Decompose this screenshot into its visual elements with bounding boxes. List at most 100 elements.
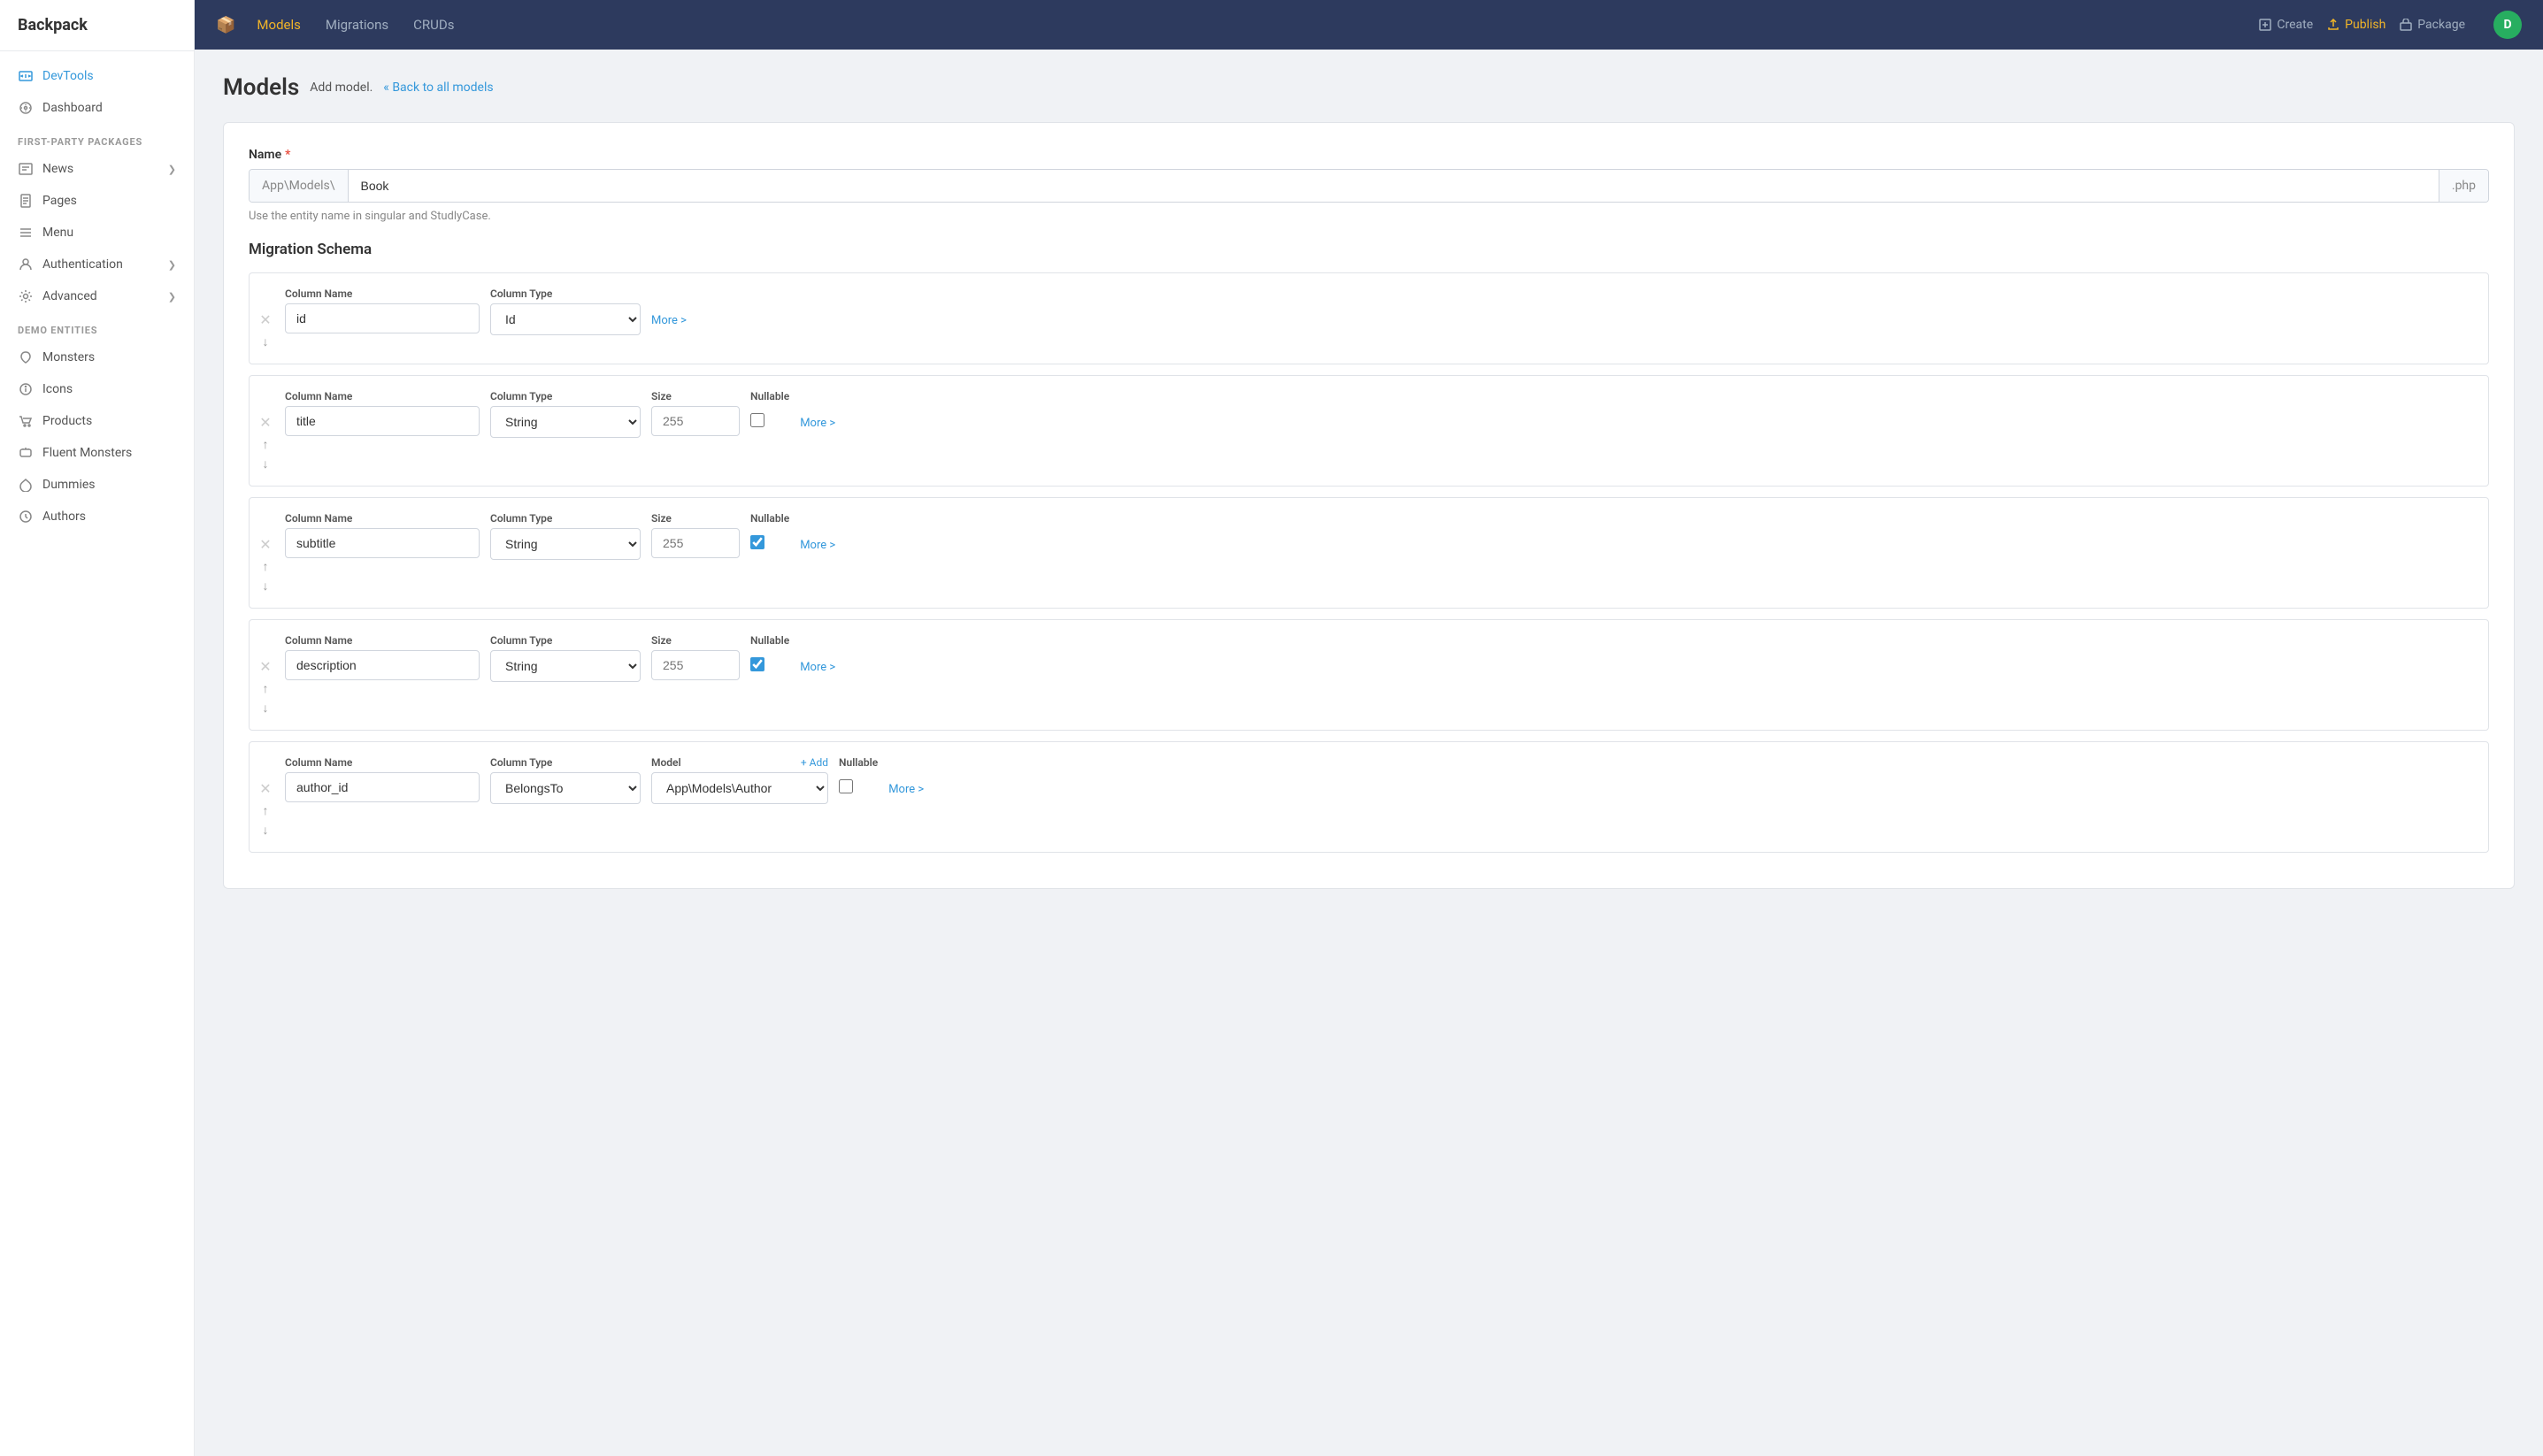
more-link-author-id[interactable]: More >: [888, 756, 924, 796]
sidebar-item-dummies-label: Dummies: [42, 478, 96, 492]
sidebar-item-pages[interactable]: Pages: [0, 185, 194, 217]
column-name-input-title[interactable]: [285, 406, 480, 436]
more-link-title[interactable]: More >: [800, 390, 835, 430]
create-button[interactable]: Create: [2259, 18, 2313, 32]
move-down-col-subtitle[interactable]: ↓: [261, 578, 271, 594]
tab-cruds[interactable]: CRUDs: [403, 11, 465, 38]
column-nullable-checkbox-author-id[interactable]: [839, 779, 853, 793]
remove-col-author-id[interactable]: ✕: [257, 781, 273, 799]
move-down-col-title[interactable]: ↓: [261, 456, 271, 471]
more-link-subtitle[interactable]: More >: [800, 512, 835, 552]
sidebar-item-advanced[interactable]: Advanced ❯: [0, 280, 194, 312]
column-name-group-author-id: Column Name: [285, 756, 480, 802]
schema-row-subtitle: ✕ ↑ ↓ Column Name Column Type Id: [249, 497, 2489, 609]
tab-models[interactable]: Models: [246, 11, 311, 38]
column-nullable-checkbox-description[interactable]: [750, 657, 764, 671]
remove-col-id[interactable]: ✕: [257, 312, 273, 330]
move-down-col-description[interactable]: ↓: [261, 700, 271, 716]
sidebar-nav: DevTools Dashboard FIRST-PARTY PACKAGES …: [0, 51, 194, 541]
model-name-input[interactable]: [349, 170, 2439, 202]
monsters-icon: [18, 349, 34, 365]
column-name-input-subtitle[interactable]: [285, 528, 480, 558]
pages-icon: [18, 193, 34, 209]
sidebar-item-monsters[interactable]: Monsters: [0, 341, 194, 373]
column-name-label-id: Column Name: [285, 287, 480, 300]
column-type-select-id[interactable]: Id String Integer Text Boolean Date Date…: [490, 303, 641, 335]
products-icon: [18, 413, 34, 429]
sidebar-item-products[interactable]: Products: [0, 405, 194, 437]
move-up-col-title[interactable]: ↑: [261, 436, 271, 452]
model-form: Name * App\Models\ .php Use the entity n…: [223, 122, 2515, 889]
sidebar-item-fluent-monsters-label: Fluent Monsters: [42, 446, 132, 460]
tab-migrations[interactable]: Migrations: [315, 11, 399, 38]
back-to-all-models-link[interactable]: « Back to all models: [383, 80, 493, 95]
remove-col-title[interactable]: ✕: [257, 415, 273, 433]
menu-icon: [18, 225, 34, 241]
advanced-arrow-icon: ❯: [168, 291, 176, 303]
row-controls-description: ✕ ↑ ↓: [257, 634, 274, 716]
sidebar-item-devtools[interactable]: DevTools: [0, 60, 194, 92]
dashboard-icon: [18, 100, 34, 116]
column-name-input-description[interactable]: [285, 650, 480, 680]
more-link-id[interactable]: More >: [651, 287, 687, 327]
app-brand: Backpack: [0, 0, 194, 51]
sidebar-item-dummies[interactable]: Dummies: [0, 469, 194, 501]
column-size-input-description[interactable]: [651, 650, 740, 680]
package-button[interactable]: Package: [2400, 18, 2465, 32]
user-avatar[interactable]: D: [2493, 11, 2522, 39]
migration-schema-section: Migration Schema ✕ ↓ Column Name Column …: [249, 241, 2489, 853]
row-controls-subtitle: ✕ ↑ ↓: [257, 512, 274, 594]
topnav-icon: 📦: [216, 16, 235, 34]
row-controls-author-id: ✕ ↑ ↓: [257, 756, 274, 838]
sidebar-item-authentication[interactable]: Authentication ❯: [0, 249, 194, 280]
column-type-select-subtitle[interactable]: Id String Integer Text Boolean Date Date…: [490, 528, 641, 560]
sidebar-item-menu[interactable]: Menu: [0, 217, 194, 249]
column-name-input-id[interactable]: [285, 303, 480, 333]
move-up-col-description[interactable]: ↑: [261, 680, 271, 696]
column-nullable-checkbox-title[interactable]: [750, 413, 764, 427]
remove-col-description[interactable]: ✕: [257, 659, 273, 677]
column-type-select-author-id[interactable]: Id String Integer Text Boolean Date Date…: [490, 772, 641, 804]
name-label: Name *: [249, 148, 2489, 162]
sidebar-item-dashboard-label: Dashboard: [42, 101, 103, 115]
column-nullable-label-subtitle: Nullable: [750, 512, 789, 525]
column-size-group-subtitle: Size: [651, 512, 740, 558]
column-size-input-title[interactable]: [651, 406, 740, 436]
column-type-select-title[interactable]: Id String Integer Text Boolean Date Date…: [490, 406, 641, 438]
remove-col-subtitle[interactable]: ✕: [257, 537, 273, 555]
column-type-group-subtitle: Column Type Id String Integer Text Boole…: [490, 512, 641, 560]
authors-icon: [18, 509, 34, 525]
more-link-description[interactable]: More >: [800, 634, 835, 674]
column-model-select-author-id[interactable]: App\Models\Author App\Models\Book: [651, 772, 828, 804]
page-title: Models: [223, 74, 299, 101]
dummies-icon: [18, 477, 34, 493]
add-model-link[interactable]: Add model.: [310, 80, 373, 95]
devtools-icon: [18, 68, 34, 84]
move-up-col-subtitle[interactable]: ↑: [261, 558, 271, 574]
content-area: Models Add model. « Back to all models N…: [195, 50, 2543, 1456]
sidebar-item-icons[interactable]: Icons: [0, 373, 194, 405]
column-name-label-subtitle: Column Name: [285, 512, 480, 525]
move-up-col-author-id[interactable]: ↑: [261, 802, 271, 818]
move-down-col-id[interactable]: ↓: [261, 333, 271, 349]
sidebar-item-authors[interactable]: Authors: [0, 501, 194, 533]
sidebar-item-fluent-monsters[interactable]: Fluent Monsters: [0, 437, 194, 469]
sidebar-item-pages-label: Pages: [42, 194, 77, 208]
add-model-option[interactable]: + Add: [801, 756, 828, 769]
column-type-select-description[interactable]: Id String Integer Text Boolean Date Date…: [490, 650, 641, 682]
column-type-group-title: Column Type Id String Integer Text Boole…: [490, 390, 641, 438]
publish-button[interactable]: Publish: [2327, 18, 2386, 32]
column-nullable-group-description: Nullable: [750, 634, 789, 671]
move-down-col-author-id[interactable]: ↓: [261, 822, 271, 838]
row-controls-id: ✕ ↓: [257, 287, 274, 349]
column-nullable-checkbox-subtitle[interactable]: [750, 535, 764, 549]
column-size-input-subtitle[interactable]: [651, 528, 740, 558]
column-name-input-author-id[interactable]: [285, 772, 480, 802]
sidebar-item-monsters-label: Monsters: [42, 350, 95, 364]
sidebar-item-advanced-label: Advanced: [42, 289, 97, 303]
model-name-input-row: App\Models\ .php: [249, 169, 2489, 203]
sidebar-item-news[interactable]: News ❯: [0, 153, 194, 185]
sidebar-item-dashboard[interactable]: Dashboard: [0, 92, 194, 124]
column-name-group-id: Column Name: [285, 287, 480, 333]
column-name-label-author-id: Column Name: [285, 756, 480, 769]
